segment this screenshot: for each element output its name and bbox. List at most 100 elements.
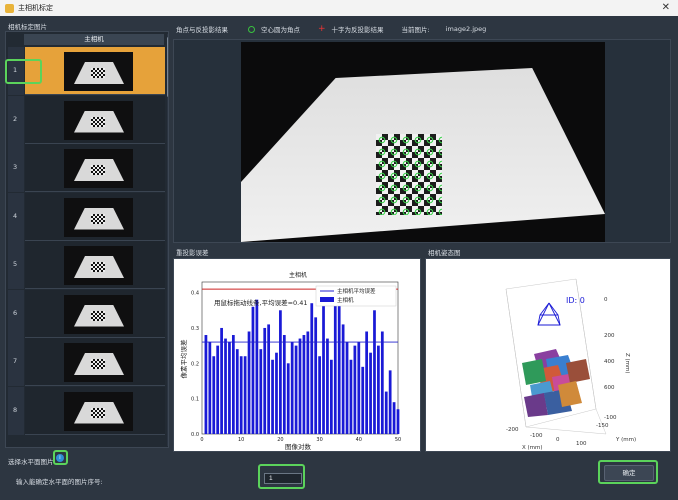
calibration-thumbnail xyxy=(64,294,133,334)
error-bar xyxy=(306,331,310,434)
app-icon xyxy=(5,3,14,13)
row-number[interactable]: 8 xyxy=(8,386,24,435)
calibration-thumbnail xyxy=(64,100,133,140)
error-bar xyxy=(228,342,231,434)
highlight-input xyxy=(258,464,305,489)
calibration-thumbnail xyxy=(64,149,133,188)
y-tick-1: -100 xyxy=(604,415,617,421)
list-item[interactable]: 7 xyxy=(8,338,165,386)
list-item[interactable]: 8 xyxy=(8,386,165,435)
error-bar xyxy=(318,356,321,434)
error-bar xyxy=(271,359,274,434)
thumb-checker xyxy=(91,407,105,418)
error-bar xyxy=(337,299,341,434)
image-list[interactable]: 主相机 12345678 xyxy=(5,31,169,448)
thumbnail-cell[interactable] xyxy=(25,289,165,338)
list-item[interactable]: 2 xyxy=(8,95,165,144)
error-bar xyxy=(204,335,208,434)
list-item[interactable]: 3 xyxy=(8,144,165,192)
current-image-value: image2.jpeg xyxy=(445,25,487,33)
row-number[interactable]: 2 xyxy=(8,95,24,144)
x-tick-label: 50 xyxy=(395,437,401,443)
legend-title: 角点与反投影结果 xyxy=(176,26,228,34)
close-icon[interactable]: ✕ xyxy=(662,2,670,13)
error-bar xyxy=(231,335,235,434)
x-tick-label: 0 xyxy=(200,437,203,443)
error-bar xyxy=(216,345,220,434)
calibration-thumbnail xyxy=(64,52,133,91)
camera-pyramid-icon xyxy=(537,302,561,326)
y-tick-0: -150 xyxy=(596,423,609,429)
thumbnail-cell[interactable] xyxy=(25,338,165,386)
error-bar xyxy=(220,327,223,434)
list-scroll-thumb[interactable] xyxy=(167,37,168,97)
error-bar xyxy=(279,310,282,434)
error-bar xyxy=(298,338,302,434)
list-item[interactable]: 5 xyxy=(8,241,165,289)
error-bar xyxy=(212,356,216,434)
z-axis-label: Z (mm) xyxy=(624,353,630,374)
list-header[interactable]: 主相机 xyxy=(24,34,164,45)
error-bar xyxy=(251,306,255,434)
error-bar xyxy=(373,310,376,434)
x-tick-label: 20 xyxy=(277,437,283,443)
error-bar xyxy=(388,370,392,434)
calibration-thumbnail xyxy=(64,246,133,285)
board-poses xyxy=(522,349,590,417)
y-tick-label: 0.4 xyxy=(191,291,199,297)
error-bar xyxy=(239,356,243,434)
error-bar xyxy=(365,331,369,434)
reprojection-chart[interactable]: 主相机 0.0 0.1 0.2 0.3 0.4 0 10 20 30 40 50 用鼠标拖动线条,… xyxy=(174,259,422,453)
x-tick-0: -200 xyxy=(506,427,519,433)
error-bar xyxy=(333,292,337,434)
thumbnail-cell[interactable] xyxy=(25,241,165,289)
thumbnail-cell[interactable] xyxy=(25,47,165,95)
red-cross-icon: + xyxy=(318,23,326,34)
error-bar xyxy=(235,349,239,434)
z-tick-3: 600 xyxy=(604,385,615,391)
y-tick-label: 0.0 xyxy=(191,432,199,438)
thumbnail-cell[interactable] xyxy=(25,192,165,241)
thumb-checker xyxy=(91,116,105,127)
error-bar xyxy=(255,299,259,434)
list-item[interactable]: 4 xyxy=(8,192,165,241)
reprojection-chart-panel: 主相机 0.0 0.1 0.2 0.3 0.4 0 10 20 30 40 50 用鼠标拖动线条,… xyxy=(173,258,421,452)
error-bar xyxy=(353,345,357,434)
current-image-label: 当前图片: xyxy=(401,26,430,34)
x-tick-3: 100 xyxy=(576,441,587,447)
error-bar xyxy=(396,409,400,434)
x-tick-label: 40 xyxy=(356,437,362,443)
pose-chart[interactable]: ID: 0 0 200 400 600 Z (mm) -200 -100 0 1… xyxy=(426,259,672,453)
z-tick-0: 0 xyxy=(604,297,608,303)
error-bar xyxy=(275,352,278,434)
error-bar xyxy=(377,345,380,434)
pose-id-text: ID: 0 xyxy=(566,296,585,305)
error-bar xyxy=(310,303,314,434)
list-item[interactable]: 6 xyxy=(8,289,165,338)
highlight-row-number xyxy=(5,59,42,84)
plane-select-label: 选择水平面图片 xyxy=(8,458,54,466)
y-axis-label: Y (mm) xyxy=(615,437,636,443)
thumb-checker xyxy=(91,165,105,175)
y-tick-label: 0.3 xyxy=(191,326,199,332)
x-tick-1: -100 xyxy=(530,433,543,439)
thumbnail-cell[interactable] xyxy=(25,144,165,192)
error-bar xyxy=(349,359,353,434)
row-number[interactable]: 6 xyxy=(8,289,24,338)
error-bar xyxy=(384,391,388,434)
legend-bar-label: 主相机 xyxy=(337,296,354,304)
row-number[interactable]: 3 xyxy=(8,144,24,192)
thumbnail-cell[interactable] xyxy=(25,95,165,144)
error-bar xyxy=(263,327,267,434)
calibration-thumbnail xyxy=(64,197,133,237)
error-bar xyxy=(314,317,318,434)
x-tick-2: 0 xyxy=(556,437,560,443)
legend-bar: 角点与反投影结果 空心圆为角点 + 十字为反投影结果 当前图片: image2.… xyxy=(176,24,486,34)
chart-title: 主相机 xyxy=(289,271,307,279)
row-number[interactable]: 4 xyxy=(8,192,24,241)
pose-chart-panel: ID: 0 0 200 400 600 Z (mm) -200 -100 0 1… xyxy=(425,258,671,452)
row-number[interactable]: 5 xyxy=(8,241,24,289)
plane-input-label: 输入能确定水平面的图片序号: xyxy=(16,478,103,486)
row-number[interactable]: 7 xyxy=(8,338,24,386)
thumbnail-cell[interactable] xyxy=(25,386,165,435)
